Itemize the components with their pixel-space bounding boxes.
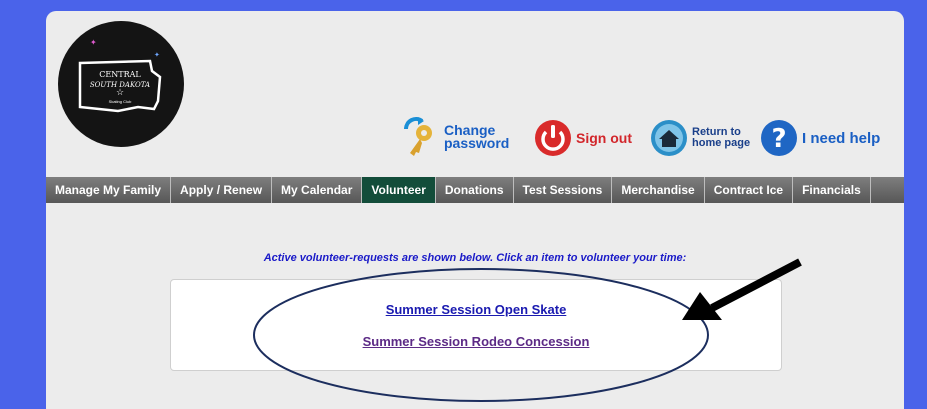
tab-manage-my-family[interactable]: Manage My Family [46,177,172,203]
logo-text-line3: Skating Club [109,99,132,104]
tab-merchandise[interactable]: Merchandise [612,177,705,203]
question-icon: ? [761,120,797,156]
tab-test-sessions[interactable]: Test Sessions [514,177,613,203]
tab-contract-ice[interactable]: Contract Ice [705,177,794,203]
return-home-label: Return to home page [692,127,750,149]
key-icon [404,117,432,156]
change-password-label: Change password [444,123,510,151]
volunteer-request-link[interactable]: Summer Session Open Skate [171,302,781,317]
help-link[interactable]: ? I need help [760,119,880,157]
volunteer-request-link[interactable]: Summer Session Rodeo Concession [171,334,781,349]
account-actions: Change password Sign out Return to home … [46,107,904,167]
help-label: I need help [802,129,881,147]
page-card: CENTRAL SOUTH DAKOTA ☆ Skating Club ✦ ✦ … [46,11,904,409]
volunteer-intro-text: Active volunteer-requests are shown belo… [263,252,687,264]
change-password-line2: password [444,135,510,151]
logo-sparkle: ✦ [154,51,160,59]
volunteer-requests-panel: Summer Session Open Skate Summer Session… [170,279,782,371]
logo-star: ☆ [116,87,124,97]
return-home-link[interactable]: Return to home page [650,119,750,157]
sign-out-label: Sign out [576,129,632,146]
tab-financials[interactable]: Financials [793,177,871,203]
tab-volunteer[interactable]: Volunteer [362,177,436,203]
logo-sparkle: ✦ [90,38,97,47]
tab-donations[interactable]: Donations [436,177,514,203]
return-home-line2: home page [692,137,751,149]
main-nav: Manage My Family Apply / Renew My Calend… [46,177,904,203]
logo-text-line1: CENTRAL [99,70,141,79]
svg-text:?: ? [771,124,786,154]
sign-out-link[interactable]: Sign out [534,119,632,157]
tab-apply-renew[interactable]: Apply / Renew [171,177,273,203]
home-icon [651,120,687,156]
power-icon [535,120,571,156]
change-password-link[interactable]: Change password [400,115,509,159]
tab-my-calendar[interactable]: My Calendar [272,177,363,203]
